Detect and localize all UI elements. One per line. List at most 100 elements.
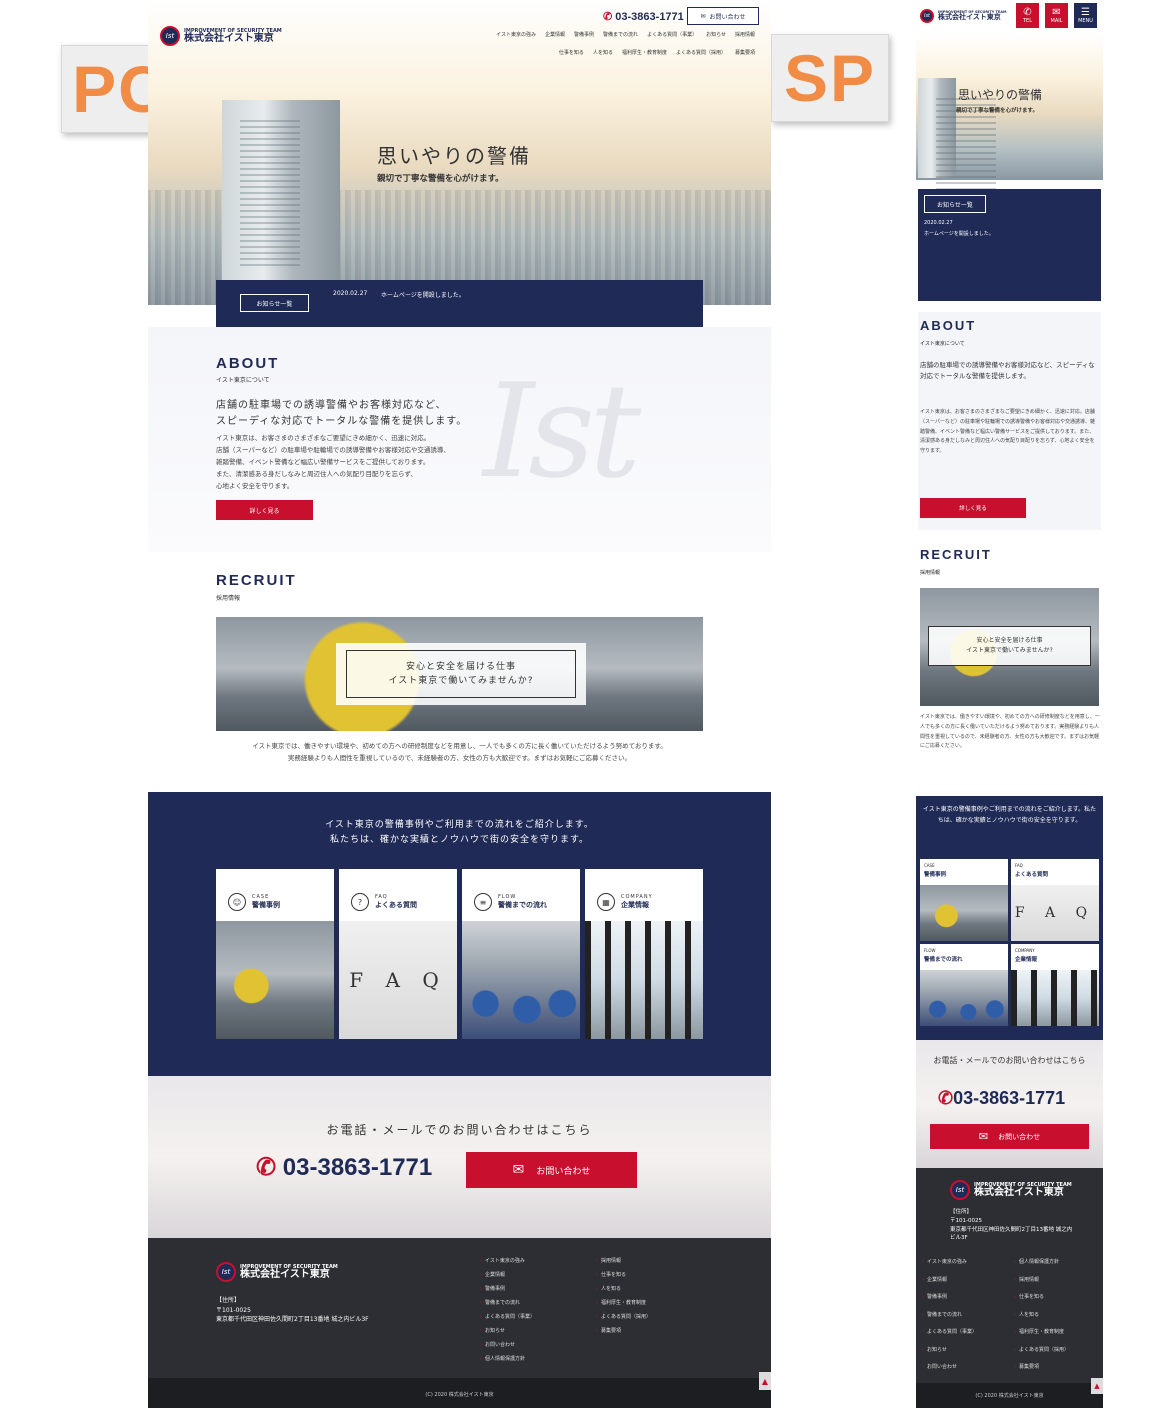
footer-link[interactable]: 福利厚生・教育制度 [1014,1324,1069,1342]
sp-news-date: 2020.02.27 [924,220,953,226]
footer-link[interactable]: イスト東京の強み [480,1254,535,1268]
nav-strength[interactable]: イスト東京の強み [496,31,536,38]
footer-link[interactable]: 個人情報保護方針 [480,1352,535,1366]
footer-link[interactable]: よくある質問（事業） [922,1324,977,1342]
sp-footer-address: 【住所】 〒101-0025 東京都千代田区神田佐久間町2丁目13番地 城之内ビ… [950,1209,1073,1242]
global-nav-row2: 仕事を知る 人を知る 福利厚生・教育制度 よくある質問（採用） 募集要項 [455,49,755,56]
sp-page-top-button[interactable]: ▲ [1091,1378,1103,1394]
footer-link[interactable]: お問い合わせ [480,1338,535,1352]
footer-link[interactable]: お問い合わせ [922,1359,977,1377]
company-card[interactable]: ▦ COMPANY 企業情報 [585,869,703,1039]
phone-icon: ✆ [256,1154,277,1181]
news-item[interactable]: ホームページを開設しました。 [381,290,465,299]
nav-faq-business[interactable]: よくある質問（事業） [647,31,697,38]
footer-link[interactable]: 警備までの流れ [480,1296,535,1310]
services-intro: イスト東京の警備事例やご利用までの流れをご紹介します。 私たちは、確かな実績とノ… [325,820,594,846]
footer-link[interactable]: 採用情報 [1014,1272,1069,1290]
sp-flow-card[interactable]: FLOW 警備までの流れ [920,944,1008,1026]
about-more-button[interactable]: 詳しく見る [216,500,313,520]
footer-link[interactable]: 警備までの流れ [922,1307,977,1325]
footer-link[interactable]: 仕事を知る [596,1268,651,1282]
page-top-button[interactable]: ▲ [759,1372,771,1390]
logo-mark-icon: Ist [160,26,180,46]
nav-case[interactable]: 警備事例 [574,31,594,38]
sp-page: Ist IMPROVEMENT OF SECURITY TEAM 株式会社イスト… [916,0,1103,1408]
sp-about-subtitle: イスト東京について [920,341,965,347]
nav-company[interactable]: 企業情報 [545,31,565,38]
sp-mail-button[interactable]: ✉ MAIL [1045,3,1068,28]
sp-footer: Ist IMPROVEMENT OF SECURITY TEAM 株式会社イスト… [916,1168,1103,1408]
mail-icon: ✉ [978,1130,989,1143]
footer-link[interactable]: 企業情報 [922,1272,977,1290]
footer-link[interactable]: よくある質問（採用） [1014,1342,1069,1360]
hero-subtitle: 親切で丁寧な警備を心がけます。 [377,174,504,184]
guard-icon: ☺ [228,893,246,911]
sp-recruit-banner[interactable]: 安心と安全を届ける仕事 イスト東京で働いてみませんか? [920,588,1099,706]
flow-card[interactable]: ≡ FLOW 警備までの流れ [462,869,580,1039]
sp-news-list-button[interactable]: お知らせ一覧 [924,195,986,213]
footer-link[interactable]: 人を知る [1014,1307,1069,1325]
nav-news[interactable]: お知らせ [706,31,726,38]
sp-case-card[interactable]: CASE 警備事例 [920,859,1008,941]
contact-button[interactable]: ✉ お問い合わせ [466,1152,637,1188]
flow-photo [462,921,580,1039]
sp-contact-title: お電話・メールでのお問い合わせはこちら [933,1056,1086,1065]
nav-flow[interactable]: 警備までの流れ [603,31,638,38]
footer-link[interactable]: 人を知る [596,1282,651,1296]
site-logo[interactable]: Ist IMPROVEMENT OF SECURITY TEAM 株式会社イスト… [160,26,282,46]
sp-faq-card[interactable]: FAQ よくある質問 F A Q [1011,859,1099,941]
logo-mark-icon: Ist [216,1262,236,1282]
footer-link[interactable]: 警備事例 [922,1289,977,1307]
contact-section [148,1076,771,1238]
footer-link[interactable]: 募集要項 [1014,1359,1069,1377]
about-lead: 店舗の駐車場での誘導警備やお客様対応など、 スピーディな対応でトータルな警備を提… [216,400,468,427]
sp-menu-button[interactable]: ☰ MENU [1074,3,1097,28]
logo-ja: 株式会社イスト東京 [184,32,274,44]
tower-image [222,100,340,290]
footer-link[interactable]: 採用情報 [596,1254,651,1268]
footer-link[interactable]: 仕事を知る [1014,1289,1069,1307]
sp-news-item[interactable]: ホームページを開設しました。 [924,230,994,237]
footer-link[interactable]: 個人情報保護方針 [1014,1254,1069,1272]
footer-link[interactable]: お知らせ [922,1342,977,1360]
nav-requirements[interactable]: 募集要項 [735,49,755,56]
nav-people[interactable]: 人を知る [593,49,613,56]
footer-link[interactable]: 警備事例 [480,1282,535,1296]
header-contact-button[interactable]: ✉ お問い合わせ [687,7,759,25]
sp-contact-button[interactable]: ✉ お問い合わせ [930,1124,1089,1149]
footer-link[interactable]: お知らせ [480,1324,535,1338]
faq-photo: F A Q [339,921,457,1039]
nav-welfare[interactable]: 福利厚生・教育制度 [622,49,667,56]
footer-link[interactable]: 募集要項 [596,1324,651,1338]
sp-copyright: (C) 2020 株式会社イスト東京 [975,1393,1044,1399]
contact-tel[interactable]: ✆ 03-3863-1771 [256,1153,432,1182]
recruit-subtitle: 採用情報 [216,595,241,602]
mail-icon: ✉ [700,12,706,20]
global-nav-row1: イスト東京の強み 企業情報 警備事例 警備までの流れ よくある質問（事業） お知… [455,31,755,38]
footer-links-col1: イスト東京の強み 企業情報 警備事例 警備までの流れ よくある質問（事業） お知… [480,1254,535,1366]
footer-link[interactable]: よくある質問（事業） [480,1310,535,1324]
sp-recruit-subtitle: 採用情報 [920,570,941,576]
sp-contact-tel[interactable]: ✆03-3863-1771 [938,1088,1065,1109]
sp-about-more-button[interactable]: 詳しく見る [920,498,1026,518]
nav-job[interactable]: 仕事を知る [559,49,584,56]
recruit-banner[interactable]: 安心と安全を届ける仕事 イスト東京で働いてみませんか? [216,617,703,731]
faq-card[interactable]: ? FAQ よくある質問 F A Q [339,869,457,1039]
case-card[interactable]: ☺ CASE 警備事例 [216,869,334,1039]
sp-tel-button[interactable]: ✆ TEL [1016,3,1039,28]
hero-title: 思いやりの警備 [377,144,531,168]
footer-link[interactable]: 福利厚生・教育制度 [596,1296,651,1310]
sp-company-card[interactable]: COMPANY 企業情報 [1011,944,1099,1026]
company-photo [585,921,703,1039]
sp-logo[interactable]: Ist IMPROVEMENT OF SECURITY TEAM 株式会社イスト… [920,9,1006,23]
header-tel[interactable]: ✆ 03-3863-1771 [603,10,684,23]
sp-footer-logo[interactable]: Ist IMPROVEMENT OF SECURITY TEAM 株式会社イスト… [950,1180,1072,1200]
footer-link[interactable]: イスト東京の強み [922,1254,977,1272]
footer-logo[interactable]: Ist IMPROVEMENT OF SECURITY TEAM 株式会社イスト… [216,1262,338,1282]
sp-recruit-banner-text: 安心と安全を届ける仕事 イスト東京で働いてみませんか? [928,626,1091,666]
nav-faq-recruit[interactable]: よくある質問（採用） [676,49,726,56]
footer-link[interactable]: 企業情報 [480,1268,535,1282]
news-list-button[interactable]: お知らせ一覧 [240,294,309,312]
nav-recruit[interactable]: 採用情報 [735,31,755,38]
footer-link[interactable]: よくある質問（採用） [596,1310,651,1324]
